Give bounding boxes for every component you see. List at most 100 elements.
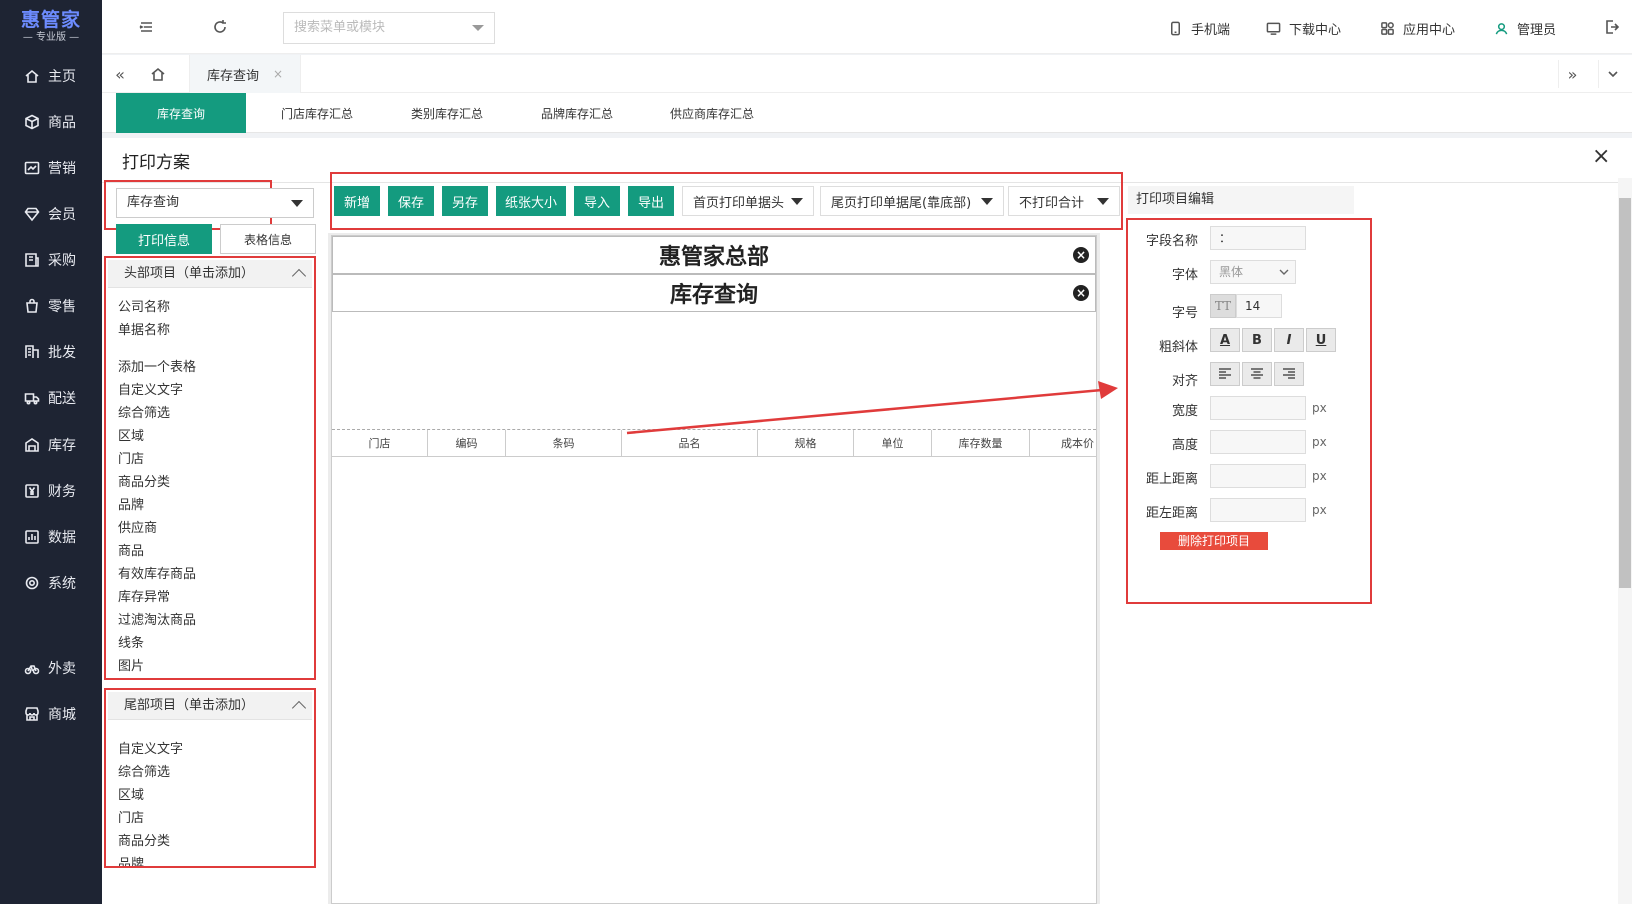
sidebar-item-4[interactable]: 采购 <box>0 240 102 280</box>
delete-print-item-button[interactable]: 删除打印项目 <box>1160 532 1268 550</box>
sidebar-item-6[interactable]: 批发 <box>0 332 102 372</box>
footer-panel-title[interactable]: 尾部项目（单击添加） <box>108 692 312 720</box>
canvas-column-header[interactable]: 门店 <box>332 430 428 456</box>
header-item[interactable]: 公司名称 <box>118 296 170 315</box>
sidebar-item-1[interactable]: 商品 <box>0 102 102 142</box>
logout-button[interactable] <box>1598 13 1626 41</box>
field-name-input[interactable]: ： <box>1210 226 1306 250</box>
sidebar-item-7[interactable]: 配送 <box>0 378 102 418</box>
sidebar-item-12[interactable]: 外卖 <box>0 648 102 688</box>
menu-toggle-button[interactable] <box>132 13 160 41</box>
home-tab[interactable] <box>144 60 172 88</box>
table-info-tab[interactable]: 表格信息 <box>220 224 316 254</box>
remove-item-icon[interactable]: × <box>1073 247 1089 263</box>
header-item[interactable]: 自定义文字 <box>118 379 183 398</box>
save-as-button[interactable]: 另存 <box>442 186 488 216</box>
logo[interactable]: 惠管家 — 专业版 — <box>0 8 102 44</box>
header-item[interactable]: 门店 <box>118 448 144 467</box>
subtab-inventory-query[interactable]: 库存查询 <box>116 93 246 133</box>
footer-item[interactable]: 综合筛选 <box>118 761 170 780</box>
chevron-up-icon <box>291 700 307 716</box>
user-menu[interactable]: 管理员 <box>1494 19 1556 38</box>
sidebar-item-3[interactable]: 会员 <box>0 194 102 234</box>
footer-item[interactable]: 区域 <box>118 784 144 803</box>
canvas-column-header[interactable]: 条码 <box>506 430 622 456</box>
export-button[interactable]: 导出 <box>628 186 674 216</box>
header-item[interactable]: 线条 <box>118 632 144 651</box>
header-item[interactable]: 有效库存商品 <box>118 563 196 582</box>
header-item[interactable]: 区域 <box>118 425 144 444</box>
font-select[interactable]: 黑体 <box>1210 260 1296 284</box>
sidebar-item-13[interactable]: 商城 <box>0 694 102 734</box>
width-label: 宽度 <box>1171 404 1198 419</box>
subtab-brand-summary[interactable]: 品牌库存汇总 <box>512 93 642 133</box>
italic-button[interactable]: I <box>1274 328 1304 352</box>
canvas-column-header[interactable]: 编码 <box>428 430 506 456</box>
footer-item[interactable]: 自定义文字 <box>118 738 183 757</box>
footer-item[interactable]: 门店 <box>118 807 144 826</box>
align-right-button[interactable] <box>1274 362 1304 386</box>
sidebar-item-8[interactable]: 库存 <box>0 425 102 465</box>
header-item[interactable]: 综合筛选 <box>118 402 170 421</box>
tabs-scroll-right-button[interactable]: » <box>1558 60 1586 88</box>
font-size-input[interactable]: 14 <box>1236 294 1282 318</box>
header-item[interactable]: 添加一个表格 <box>118 356 196 375</box>
left-offset-input[interactable] <box>1210 498 1306 522</box>
scrollbar-thumb[interactable] <box>1619 198 1631 588</box>
width-input[interactable] <box>1210 396 1306 420</box>
scheme-select[interactable]: 库存查询 <box>116 188 314 218</box>
font-color-button[interactable]: A <box>1210 328 1240 352</box>
bold-button[interactable]: B <box>1242 328 1272 352</box>
save-button[interactable]: 保存 <box>388 186 434 216</box>
header-item[interactable]: 商品 <box>118 540 144 559</box>
header-item[interactable]: 过滤淘汰商品 <box>118 609 196 628</box>
download-center-link[interactable]: 下载中心 <box>1266 19 1341 38</box>
header-item[interactable]: 商品分类 <box>118 471 170 490</box>
import-button[interactable]: 导入 <box>574 186 620 216</box>
tab-inventory-query[interactable]: 库存查询 × <box>189 55 301 93</box>
header-item[interactable]: 品牌 <box>118 494 144 513</box>
sidebar-item-10[interactable]: 数据 <box>0 517 102 557</box>
subtab-supplier-summary[interactable]: 供应商库存汇总 <box>642 93 782 133</box>
tab-close-icon[interactable]: × <box>273 67 283 81</box>
dialog-close-icon[interactable]: × <box>1592 144 1610 169</box>
footer-item[interactable]: 商品分类 <box>118 830 170 849</box>
remove-item-icon[interactable]: × <box>1073 285 1089 301</box>
paper-size-button[interactable]: 纸张大小 <box>496 186 566 216</box>
subtab-store-summary[interactable]: 门店库存汇总 <box>252 93 382 133</box>
sidebar-item-2[interactable]: 营销 <box>0 148 102 188</box>
print-info-tab[interactable]: 打印信息 <box>116 224 212 254</box>
header-item[interactable]: 图片 <box>118 655 144 674</box>
sidebar-item-0[interactable]: 主页 <box>0 56 102 96</box>
no-total-dropdown[interactable]: 不打印合计 <box>1008 186 1120 216</box>
app-center-link[interactable]: 应用中心 <box>1380 19 1455 38</box>
header-item[interactable]: 供应商 <box>118 517 157 536</box>
canvas-company-name[interactable]: 惠管家总部 × <box>332 236 1096 274</box>
subtab-category-summary[interactable]: 类别库存汇总 <box>382 93 512 133</box>
first-page-header-dropdown[interactable]: 首页打印单据头 <box>682 186 814 216</box>
align-left-button[interactable] <box>1210 362 1240 386</box>
align-center-button[interactable] <box>1242 362 1272 386</box>
sidebar-item-5[interactable]: 零售 <box>0 286 102 326</box>
tab-bar: « 库存查询 × » <box>102 55 1632 93</box>
header-item[interactable]: 库存异常 <box>118 586 170 605</box>
footer-item[interactable]: 品牌 <box>118 853 144 866</box>
header-item[interactable]: 单据名称 <box>118 319 170 338</box>
canvas-document-name[interactable]: 库存查询 × <box>332 274 1096 312</box>
underline-button[interactable]: U <box>1306 328 1336 352</box>
sidebar-item-9[interactable]: 财务 <box>0 471 102 511</box>
dialog-scrollbar[interactable] <box>1618 178 1632 904</box>
menu-search-input[interactable]: 搜索菜单或模块 <box>283 12 495 44</box>
tabs-scroll-left-button[interactable]: « <box>106 60 134 88</box>
tabs-menu-button[interactable] <box>1598 60 1626 88</box>
caret-down-icon <box>981 198 993 205</box>
last-page-footer-dropdown[interactable]: 尾页打印单据尾(靠底部) <box>820 186 1004 216</box>
print-canvas[interactable]: 惠管家总部 × 库存查询 × 门店 编码 条码 品名 规格 单位 库存数量 成本价 <box>331 235 1097 904</box>
new-button[interactable]: 新增 <box>334 186 380 216</box>
mobile-link[interactable]: 手机端 <box>1168 19 1230 38</box>
height-input[interactable] <box>1210 430 1306 454</box>
refresh-button[interactable] <box>206 13 234 41</box>
sidebar-item-11[interactable]: 系统 <box>0 563 102 603</box>
top-offset-input[interactable] <box>1210 464 1306 488</box>
header-panel-title[interactable]: 头部项目（单击添加） <box>108 260 312 288</box>
